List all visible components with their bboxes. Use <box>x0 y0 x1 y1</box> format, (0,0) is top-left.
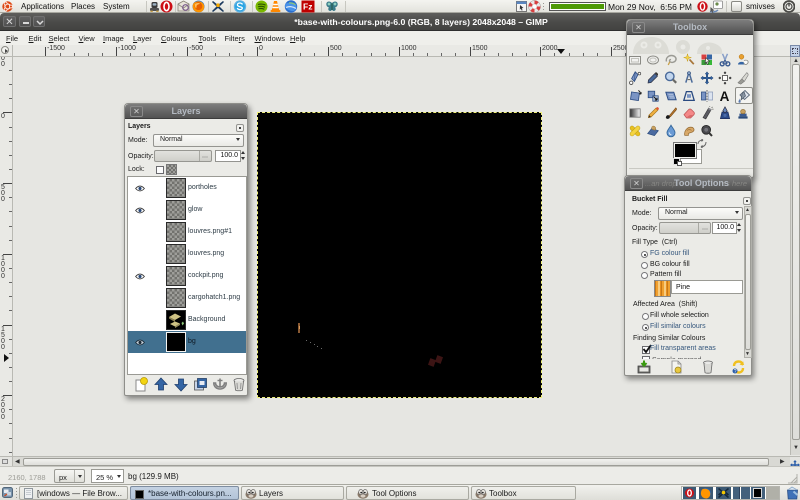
svg-text:Fz: Fz <box>303 2 312 12</box>
svg-text:A: A <box>720 89 730 103</box>
svg-text:?: ? <box>734 369 737 374</box>
